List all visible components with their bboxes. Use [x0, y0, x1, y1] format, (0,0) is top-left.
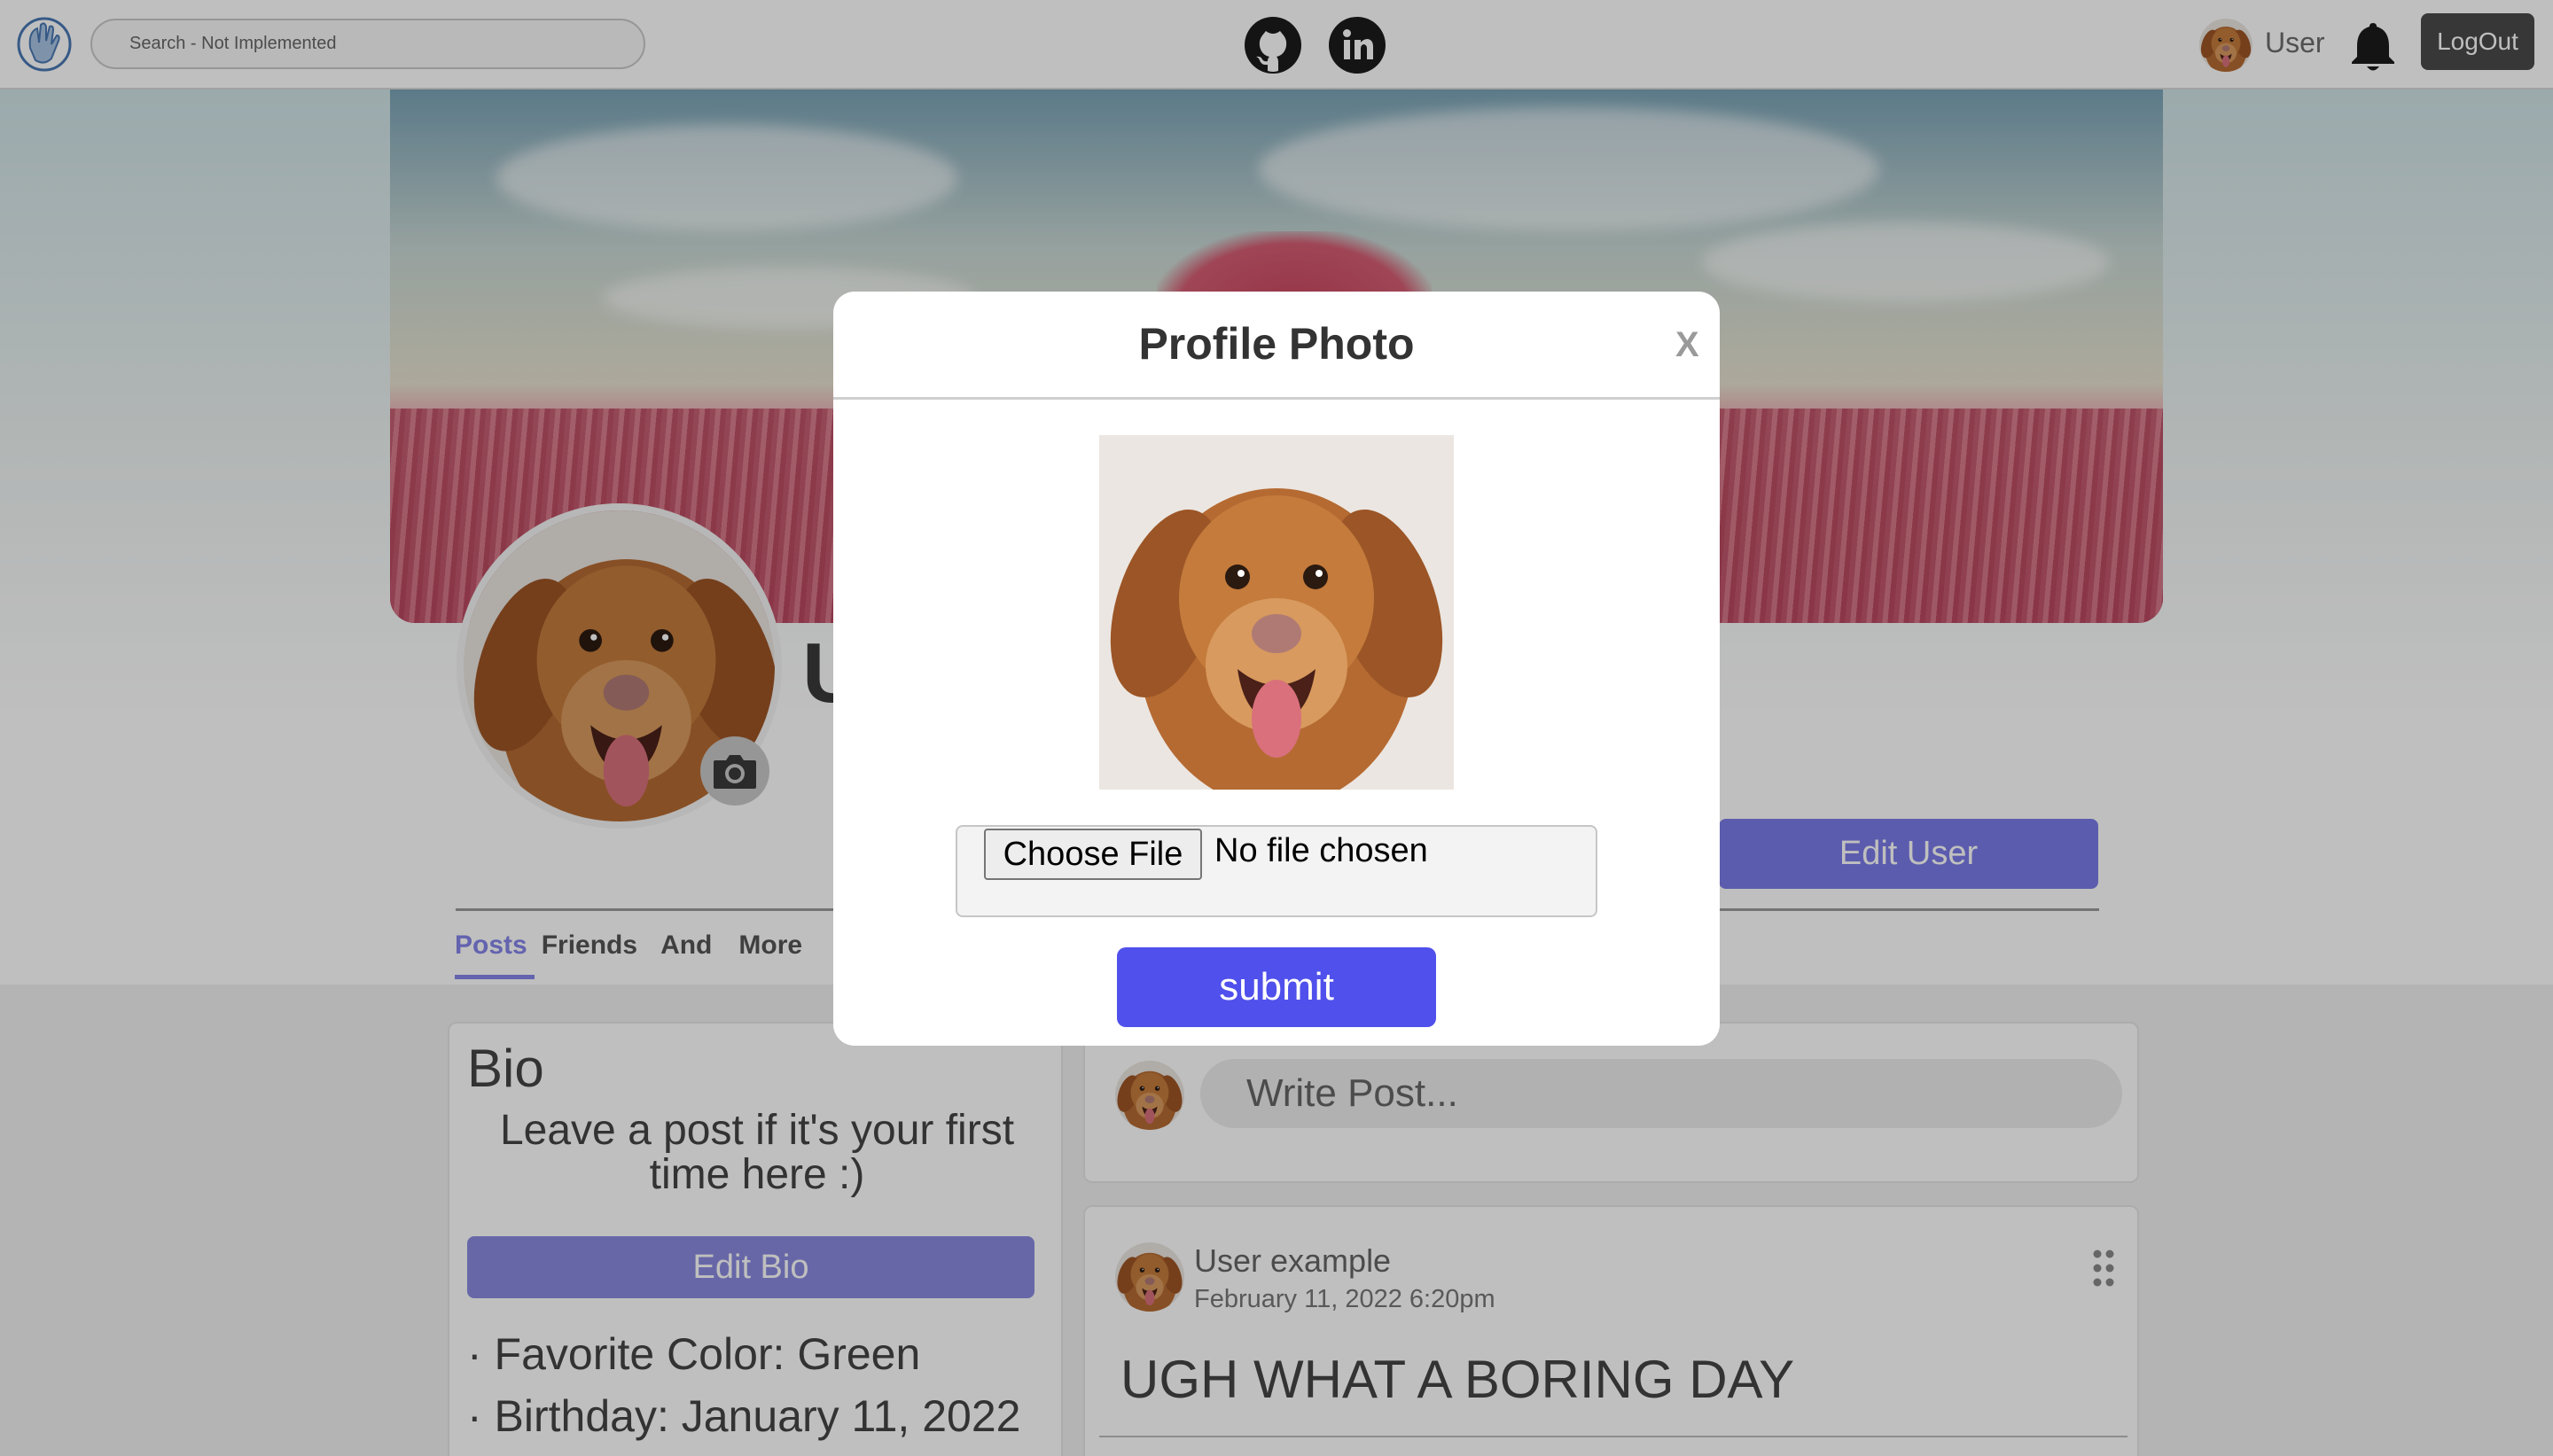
modal-divider	[833, 397, 1720, 400]
profile-photo-modal: Profile Photo X Choose File No file chos…	[833, 292, 1720, 1046]
close-button[interactable]: X	[1675, 325, 1699, 365]
file-status: No file chosen	[1214, 832, 1428, 869]
file-input[interactable]: Choose File No file chosen	[956, 825, 1597, 917]
choose-file-button[interactable]: Choose File	[984, 829, 1202, 880]
photo-preview	[1099, 435, 1454, 790]
submit-button[interactable]: submit	[1117, 947, 1436, 1027]
modal-title: Profile Photo	[1138, 319, 1415, 369]
